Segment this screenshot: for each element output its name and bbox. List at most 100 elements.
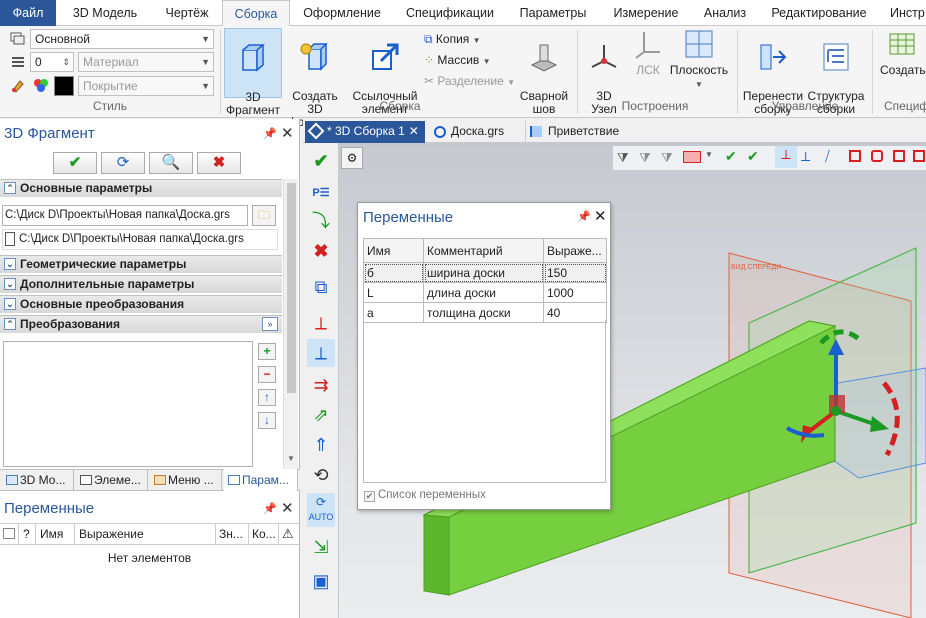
col-expression[interactable]: Выражение (79, 524, 144, 544)
table-row[interactable]: б ширина доски 150 (363, 262, 607, 283)
tree-toggle-button[interactable]: ⚙ (341, 147, 363, 169)
file-path-input[interactable]: C:\Диск D\Проекты\Новая папка\Доска.grs (2, 205, 248, 226)
color-palette-icon[interactable] (32, 77, 50, 93)
split-button[interactable]: ✂ Разделение ▼ (424, 71, 515, 91)
preview-icon[interactable]: ⧉ (307, 273, 335, 301)
section-main-params[interactable]: ⌃ Основные параметры (0, 179, 282, 197)
move-down-button[interactable]: ↓ (258, 412, 276, 429)
filter-list-icon[interactable]: ⧩ (661, 150, 673, 166)
var-comment[interactable]: ширина доски (423, 262, 544, 283)
fragment-3d-button[interactable]: 3D Фрагмент (224, 28, 282, 117)
menu-tab-measure[interactable]: Измерение (600, 0, 692, 26)
filter-icon[interactable]: ⧩ (617, 150, 629, 166)
scroll-down-icon[interactable]: ▼ (287, 454, 295, 463)
weld-seam-button[interactable]: Сварной шов (516, 28, 572, 116)
axes-selected-icon[interactable]: ⟂ (307, 339, 335, 367)
number-stepper[interactable]: 0 ⇕ (30, 52, 74, 72)
var-expression[interactable]: 1000 (543, 282, 607, 303)
scrollbar-thumb[interactable] (287, 183, 296, 393)
cancel-icon[interactable]: ✖ (307, 237, 335, 265)
move-up-button[interactable]: ↑ (258, 389, 276, 406)
col-name[interactable]: Имя (40, 524, 63, 544)
material-select[interactable]: Материал ▼ (78, 52, 214, 72)
refresh-button[interactable]: ⟳ (101, 152, 145, 174)
preview-button[interactable]: 🔍 (149, 152, 193, 174)
cube-rounded-icon[interactable] (871, 150, 883, 162)
var-comment[interactable]: длина доски (423, 282, 544, 303)
menu-tab-assembly[interactable]: Сборка (222, 0, 290, 27)
snap-node-icon[interactable]: ⟂ (801, 148, 810, 165)
menu-tab-tools[interactable]: Инстр (882, 0, 926, 26)
layer-select[interactable]: Основной ▼ (30, 29, 214, 49)
copy-button[interactable]: ⧉ Копия ▼ (424, 29, 481, 49)
col-expr-header[interactable]: Выраже... (543, 238, 607, 263)
menu-tab-editing[interactable]: Редактирование (758, 0, 880, 26)
snap-edge-icon[interactable]: ⧸ (825, 148, 830, 165)
more-icon[interactable]: » (262, 317, 278, 331)
selection-box-icon[interactable] (683, 151, 701, 163)
auto-button[interactable]: ⟳ AUTO (307, 493, 335, 527)
lsk-button[interactable]: ЛСК (628, 28, 668, 77)
insert-icon[interactable]: ⇲ (307, 533, 335, 561)
table-row[interactable]: L длина доски 1000 (363, 282, 607, 303)
menu-tab-3d-model[interactable]: 3D Модель (56, 0, 154, 26)
filter-icon[interactable]: ⧩ (639, 150, 651, 166)
axes-icon[interactable]: ⟂ (307, 309, 335, 337)
move-z-icon[interactable]: ⇑ (307, 431, 335, 459)
menu-tab-formatting[interactable]: Оформление (292, 0, 392, 26)
cancel-button[interactable]: ✖ (197, 152, 241, 174)
menu-tab-analysis[interactable]: Анализ (694, 0, 756, 26)
apply-icon[interactable]: ✔ (307, 147, 335, 175)
var-name[interactable]: L (363, 282, 424, 303)
move-y-icon[interactable]: ⇗ (307, 401, 335, 429)
create-spec-button[interactable]: Создать (876, 28, 926, 77)
array-button[interactable]: ⁘ Массив ▼ (424, 50, 491, 70)
check-select-icon[interactable]: ✔ (725, 148, 737, 165)
pin-icon[interactable]: 📌 (263, 502, 277, 515)
variables-list-checkbox[interactable]: ✔ Список переменных (364, 489, 486, 502)
plane-button[interactable]: Плоскость ▼ (668, 28, 730, 91)
cube-wire-icon[interactable] (893, 150, 905, 162)
close-icon[interactable]: ✕ (281, 124, 294, 142)
check-filter-icon[interactable]: ✔ (747, 148, 759, 165)
col-comment-header[interactable]: Комментарий (423, 238, 544, 263)
properties-icon[interactable]: P☰ (307, 179, 335, 207)
group-label-assembly: Сборка (379, 99, 421, 113)
menu-tab-file[interactable]: Файл (0, 0, 56, 26)
remove-transform-button[interactable]: − (258, 366, 276, 383)
cube-solid-icon[interactable] (913, 150, 925, 162)
apply-next-icon[interactable]: ⤵ (307, 207, 335, 235)
close-tab-icon[interactable]: ✕ (409, 124, 419, 138)
cube-red-icon[interactable] (849, 150, 861, 162)
snap-axes-icon[interactable]: ⟂ (775, 146, 797, 168)
coating-select[interactable]: Покрытие ▼ (78, 76, 214, 96)
frame-icon[interactable]: ▣ (307, 567, 335, 595)
col-comment[interactable]: Ко... (252, 524, 276, 544)
paint-icon[interactable] (10, 77, 26, 93)
section-transforms[interactable]: ⌃ Преобразования (0, 315, 282, 333)
panel-scrollbar[interactable]: ▼ (283, 179, 298, 469)
color-swatch[interactable] (54, 76, 74, 96)
close-icon[interactable]: ✕ (281, 499, 294, 517)
add-transform-button[interactable]: + (258, 343, 276, 360)
var-expression[interactable]: 150 (543, 262, 607, 283)
var-name[interactable]: б (363, 262, 424, 283)
menu-tab-parameters[interactable]: Параметры (508, 0, 598, 26)
close-icon[interactable]: ✕ (594, 207, 607, 225)
rotate-icon[interactable]: ⟲ (307, 461, 335, 489)
section-extra-params[interactable]: ⌄ Дополнительные параметры (0, 275, 282, 293)
ok-button[interactable]: ✔ (53, 152, 97, 174)
move-x-icon[interactable]: ⇉ (307, 371, 335, 399)
col-name-header[interactable]: Имя (363, 238, 424, 263)
menu-tab-specifications[interactable]: Спецификации (394, 0, 506, 26)
open-folder-button[interactable]: 🗀 (252, 205, 276, 226)
pin-icon[interactable]: 📌 (263, 127, 277, 140)
section-geometric-params[interactable]: ⌄ Геометрические параметры (0, 255, 282, 273)
menu-tab-drawing[interactable]: Чертёж (154, 0, 220, 26)
pin-icon[interactable]: 📌 (577, 210, 591, 223)
section-main-transforms[interactable]: ⌄ Основные преобразования (0, 295, 282, 313)
chevron-down-icon[interactable]: ▼ (705, 150, 713, 159)
transforms-list[interactable] (3, 341, 253, 467)
col-value[interactable]: Зн... (219, 524, 243, 544)
create-3d-fragment-button[interactable]: Создать 3D фрагмент (284, 28, 346, 129)
